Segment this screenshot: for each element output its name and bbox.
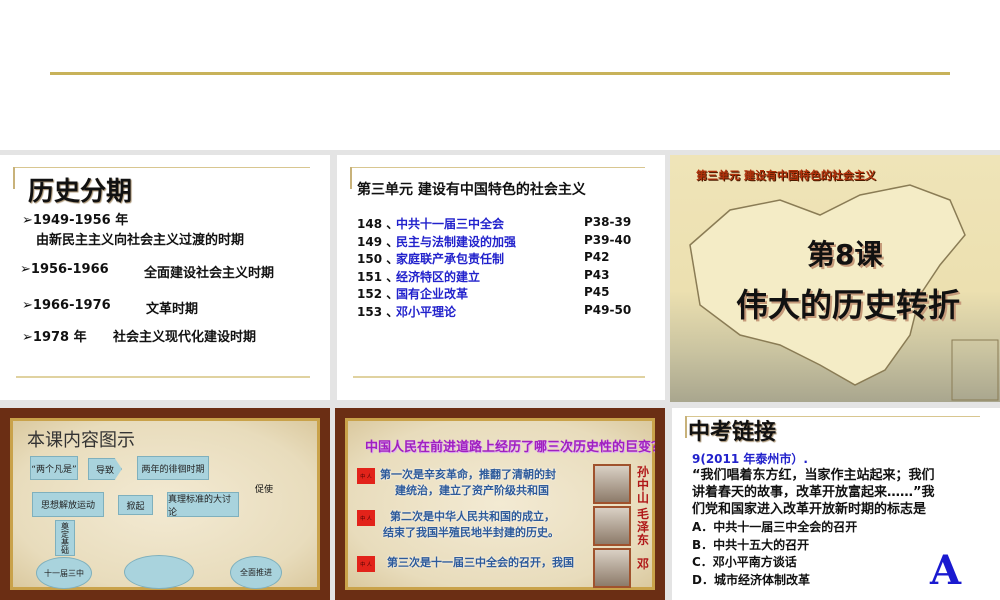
period-item: ➢1956-1966 [20,262,109,277]
slide-thumbnail-5[interactable]: 中国人民在前进道路上经历了哪三次历史性的巨变？ 中 人 第一次是辛亥革命，推翻了… [335,408,665,600]
curve-label: 促使 [255,485,274,495]
portrait [593,506,631,546]
event-text: 建统治，建立了资产阶级共和国 [395,484,549,497]
slide-title: 第三单元 建设有中国特色的社会主义 [357,182,586,198]
divider [685,416,687,438]
slide-title: 历史分期 [28,177,133,207]
event-text: 第三次是十一届三中全会的召开，我国 [387,556,574,569]
china-map [689,184,999,401]
arrow-left: 掀起 [118,495,153,515]
node: 真理标准的大讨论 [167,492,239,518]
badge: 中 人 [357,556,375,572]
unit-title: 第三单元 建设有中国特色的社会主义 [696,169,876,182]
lesson-num: 149 、 [357,234,399,249]
event-text: 结束了我国半殖民地半封建的历史。 [383,526,559,539]
badge: 中 人 [357,510,375,526]
divider [13,167,310,168]
divider [350,167,352,189]
person-name: 毛泽东 [637,507,650,547]
person-name: 邓 [637,557,650,571]
arrow-right: 导致 [88,458,122,480]
portrait [593,464,631,504]
lesson-topic: 国有企业改革 [396,287,469,301]
lesson-topic: 民主与法制建设的加强 [396,234,517,249]
period-desc: 全面建设社会主义时期 [144,266,275,281]
portrait [593,548,631,588]
lesson-num: 151 、 [357,269,399,284]
lesson-page: P43 [584,267,610,282]
slide-title: 本课内容图示 [27,430,135,451]
lesson-topic: 经济特区的建立 [396,269,481,284]
gold-rule [50,72,950,75]
lesson-title: 伟大的历史转折 [736,286,961,324]
options: A．中共十一届三中全会的召开 B．中共十五大的召开 C．邓小平南方谈话 D．城市经济体… [692,519,857,589]
badge: 中 人 [357,468,375,484]
arrow-down: 奠定基础 [55,520,75,556]
option-c: C．邓小平南方谈话 [692,555,797,569]
question-text: “我们唱着东方红，当家作主站起来；我们 讲着春天的故事，改革开放富起来……”我 们党… [692,468,935,517]
period-desc: 由新民主主义向社会主义过渡的时期 [36,233,245,248]
lesson-topic: 中共十一届三中全会 [396,217,505,231]
lesson-number: 第8课 [807,238,883,271]
lesson-page: P39-40 [584,232,632,247]
event-text: 第一次是辛亥革命，推翻了清朝的封 [380,468,556,481]
person-name: 孙中山 [637,465,650,505]
divider [16,376,310,378]
slide-title: 中国人民在前进道路上经历了哪三次历史性的巨变？ [365,440,665,455]
current-slide-area [0,0,1000,150]
lesson-num: 153 、 [357,304,399,319]
period-item: ➢1949-1956 年 [22,213,129,228]
option-b: B．中共十五大的召开 [692,537,810,552]
answer: A [930,547,962,594]
divider [350,167,645,168]
slide-thumbnail-6[interactable]: 中考链接 9(2011 年泰州市）. “我们唱着东方红，当家作主站起来；我们 讲着… [672,408,1000,600]
lesson-num: 152 、 [357,287,399,301]
event-text: 第二次是中华人民共和国的成立， [390,510,555,523]
period-item: ➢1966-1976 [22,298,111,313]
node [124,555,194,589]
slide-thumbnail-1[interactable]: 历史分期 ➢1949-1956 年 由新民主主义向社会主义过渡的时期 ➢1956… [0,155,330,400]
slide-title: 中考链接 [688,419,777,445]
divider [353,376,645,378]
lesson-num: 150 、 [357,252,399,266]
lesson-page: P49-50 [584,302,632,317]
lesson-num: 148 、 [357,217,399,231]
period-desc: 社会主义现代化建设时期 [113,330,257,345]
option-d: D．城市经济体制改革 [692,572,810,587]
divider [13,167,15,189]
node: “两个凡是” [30,456,78,480]
lesson-page: P38-39 [584,215,632,229]
lesson-page: P45 [584,285,610,299]
node: 思想解放运动 [32,492,104,517]
node: 两年的徘徊时期 [137,456,209,480]
period-desc: 文革时期 [146,302,199,317]
slide-thumbnail-2[interactable]: 第三单元 建设有中国特色的社会主义 148 、中共十一届三中全会 P38-39 14… [337,155,665,400]
lesson-topic: 家庭联产承包责任制 [396,252,505,266]
slide-thumbnail-4[interactable]: 本课内容图示 “两个凡是” 导致 两年的徘徊时期 促使 真理标准的大讨论 掀起 … [0,408,330,600]
option-a: A．中共十一届三中全会的召开 [692,520,858,534]
slide-thumbnail-3[interactable]: 第三单元 建设有中国特色的社会主义 第8课 伟大的历史转折 [670,155,1000,402]
lesson-topic: 邓小平理论 [396,304,457,319]
lesson-page: P42 [584,250,610,264]
period-item: ➢1978 年 [22,330,87,345]
question-source: 9(2011 年泰州市）. [692,452,808,466]
node: 十一届三中 [36,557,92,589]
node: 全面推进 [230,556,282,589]
